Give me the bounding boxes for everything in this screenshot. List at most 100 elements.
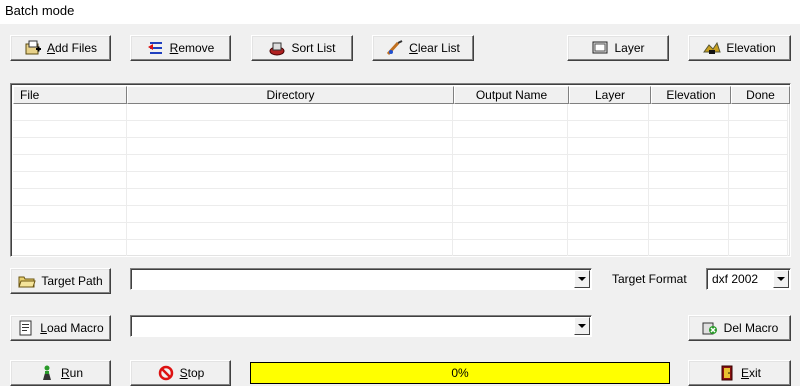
- run-button[interactable]: Run: [10, 360, 111, 386]
- table-cell: [453, 223, 568, 239]
- table-row: [13, 240, 788, 256]
- column-header-layer[interactable]: Layer: [569, 86, 651, 104]
- table-cell: [729, 172, 788, 188]
- progress-bar: 0%: [250, 362, 670, 384]
- table-cell: [649, 240, 730, 256]
- column-header-done[interactable]: Done: [731, 86, 790, 104]
- table-cell: [453, 172, 568, 188]
- progress-text: 0%: [451, 366, 469, 380]
- macro-dropdown-arrow[interactable]: [574, 317, 590, 335]
- table-cell: [649, 155, 730, 171]
- table-cell: [729, 189, 788, 205]
- table-cell: [127, 240, 453, 256]
- table-row: [13, 223, 788, 240]
- macro-combo[interactable]: [130, 315, 592, 337]
- table-cell: [649, 172, 730, 188]
- chevron-down-icon: [777, 277, 785, 281]
- target-format-select[interactable]: dxf 2002: [706, 268, 791, 290]
- table-cell: [13, 240, 127, 256]
- file-list[interactable]: File Directory Output Name Layer Elevati…: [10, 83, 791, 257]
- file-list-rows: [13, 104, 788, 256]
- del-macro-button[interactable]: Del Macro: [688, 315, 791, 341]
- table-cell: [13, 172, 127, 188]
- column-header-elevation[interactable]: Elevation: [651, 86, 731, 104]
- exit-button[interactable]: Exit: [688, 360, 791, 386]
- table-cell: [127, 121, 453, 137]
- layer-button[interactable]: Layer: [567, 35, 669, 61]
- column-header-output-name[interactable]: Output Name: [454, 86, 569, 104]
- table-row: [13, 155, 788, 172]
- table-cell: [13, 138, 127, 154]
- clear-list-button[interactable]: Clear List: [372, 35, 474, 61]
- column-header-directory[interactable]: Directory: [127, 86, 454, 104]
- table-row: [13, 189, 788, 206]
- table-cell: [729, 104, 788, 120]
- table-cell: [127, 155, 453, 171]
- table-cell: [13, 189, 127, 205]
- table-cell: [568, 104, 650, 120]
- table-cell: [568, 189, 650, 205]
- table-cell: [568, 121, 650, 137]
- table-cell: [729, 240, 788, 256]
- window-title: Batch mode: [5, 3, 75, 18]
- table-cell: [127, 206, 453, 222]
- clear-list-icon: [386, 40, 404, 56]
- table-row: [13, 138, 788, 155]
- exit-door-icon: [718, 365, 736, 381]
- column-header-file[interactable]: File: [13, 86, 127, 104]
- remove-icon: [147, 40, 165, 56]
- elevation-button[interactable]: Elevation: [688, 35, 791, 61]
- add-files-button[interactable]: Add Files: [10, 35, 111, 61]
- target-format-label: Target Format: [612, 272, 687, 286]
- folder-open-icon: [18, 273, 37, 289]
- table-cell: [729, 223, 788, 239]
- table-cell: [568, 138, 650, 154]
- table-cell: [453, 104, 568, 120]
- sort-list-button[interactable]: Sort List: [251, 35, 353, 61]
- title-bar: Batch mode: [0, 0, 800, 24]
- table-row: [13, 104, 788, 121]
- table-cell: [453, 189, 568, 205]
- load-macro-button[interactable]: Load Macro: [10, 315, 111, 341]
- table-cell: [453, 206, 568, 222]
- table-cell: [568, 223, 650, 239]
- table-cell: [127, 189, 453, 205]
- table-cell: [729, 155, 788, 171]
- table-cell: [453, 240, 568, 256]
- table-cell: [649, 104, 730, 120]
- stop-icon: [157, 365, 175, 381]
- remove-button[interactable]: Remove: [130, 35, 231, 61]
- table-cell: [568, 206, 650, 222]
- chevron-down-icon: [578, 324, 586, 328]
- table-cell: [729, 121, 788, 137]
- table-row: [13, 172, 788, 189]
- add-files-icon: [24, 40, 42, 56]
- table-cell: [127, 223, 453, 239]
- target-path-combo[interactable]: [130, 268, 592, 290]
- target-path-button[interactable]: Target Path: [10, 268, 111, 294]
- sort-list-icon: [268, 40, 286, 56]
- table-cell: [13, 206, 127, 222]
- file-list-header: File Directory Output Name Layer Elevati…: [13, 86, 790, 104]
- target-format-dropdown-arrow[interactable]: [773, 270, 789, 288]
- table-cell: [729, 206, 788, 222]
- table-cell: [127, 172, 453, 188]
- elevation-icon: [703, 40, 722, 56]
- table-cell: [127, 138, 453, 154]
- target-path-dropdown-arrow[interactable]: [574, 270, 590, 288]
- table-cell: [729, 138, 788, 154]
- layer-icon: [591, 40, 609, 56]
- table-cell: [453, 121, 568, 137]
- table-cell: [568, 240, 650, 256]
- table-cell: [13, 223, 127, 239]
- del-macro-icon: [701, 320, 719, 336]
- stop-button[interactable]: Stop: [130, 360, 231, 386]
- table-cell: [453, 138, 568, 154]
- table-row: [13, 206, 788, 223]
- chevron-down-icon: [578, 277, 586, 281]
- run-icon: [38, 365, 56, 381]
- table-row: [13, 121, 788, 138]
- table-cell: [127, 104, 453, 120]
- table-cell: [568, 172, 650, 188]
- table-cell: [13, 121, 127, 137]
